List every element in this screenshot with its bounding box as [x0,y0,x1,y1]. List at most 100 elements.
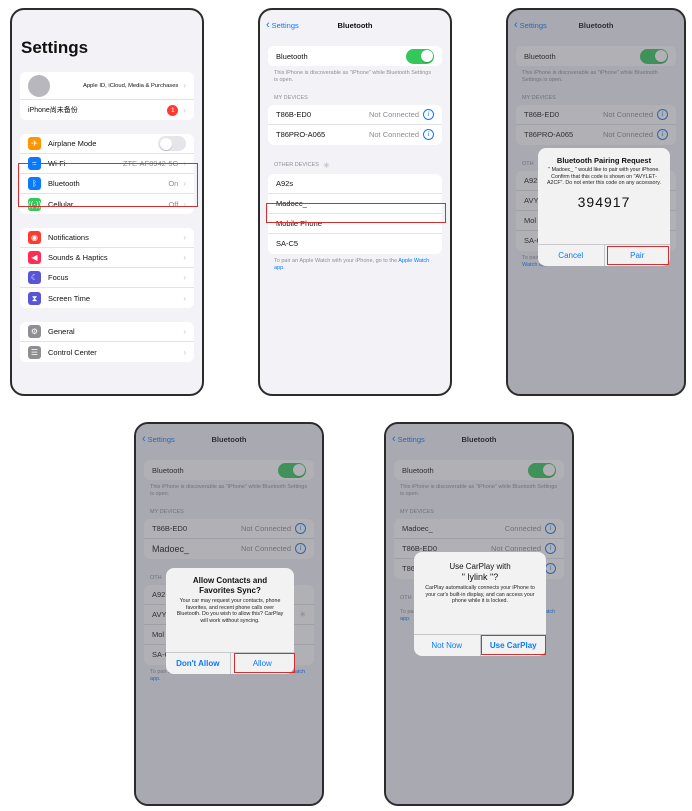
device-row[interactable]: T86B-ED0 Not Connected i [268,105,442,125]
device-row[interactable]: Mobile Phone [268,214,442,234]
allow-button[interactable]: Allow [229,653,295,674]
back-label: Settings [271,20,299,30]
device-name: T86PRO-A065 [524,130,574,140]
notifications-row[interactable]: ◉ Notifications › [20,228,194,248]
not-now-button[interactable]: Not Now [414,635,480,656]
bluetooth-toggle-group: Bluetooth [394,460,564,480]
device-row[interactable]: T86B-ED0 Not Connected i [516,105,676,125]
general-label: General [48,327,75,336]
device-row[interactable]: T86PRO-A065 Not Connected i [516,125,676,145]
chevron-right-icon: › [183,253,186,262]
bluetooth-toggle-row[interactable]: Bluetooth [394,460,564,480]
discoverable-note: This iPhone is discoverable as "iPhone" … [400,484,558,498]
dialog-title: Allow Contacts and Favorites Sync? [192,576,268,595]
info-icon[interactable]: i [295,543,306,555]
chevron-right-icon: › [183,233,186,242]
phone-carplay: ‹ Settings Bluetooth Bluetooth This iPhon… [384,422,574,806]
info-icon[interactable]: i [423,129,434,141]
device-status: Not Connected [240,544,291,554]
device-name: SA-C5 [276,239,299,249]
back-button[interactable]: ‹ Settings [386,433,425,445]
info-icon[interactable]: i [295,522,306,534]
bluetooth-toggle[interactable] [528,462,556,478]
chevron-right-icon: › [183,273,186,282]
device-row[interactable]: Madoec_ Not Connected i [144,539,314,559]
bluetooth-toggle[interactable] [406,48,434,64]
cellular-value: Off [168,199,179,209]
sliders-icon: ☰ [28,345,41,359]
watch-note-text: To pair an Apple Watch with your iPhone,… [274,257,398,264]
screen-time-row[interactable]: ⧗ Screen Time › [20,288,194,308]
cellular-row[interactable]: ((·)) Cellular Off › [20,194,194,214]
avatar [28,74,50,97]
bluetooth-toggle-group: Bluetooth [144,460,314,480]
bluetooth-icon: ᛒ [28,177,41,190]
dialog-message: Your car may request your contacts, phon… [176,598,284,625]
dialog-message: " Madoec_ " would like to pair with your… [547,167,661,187]
control-center-label: Control Center [48,347,97,357]
airplane-mode-row[interactable]: ✈ Airplane Mode [20,134,194,154]
use-carplay-button[interactable]: Use CarPlay [479,635,547,656]
connectivity-group: ✈ Airplane Mode ≈ Wi-Fi ZTE-AF8942-5G › … [20,134,194,214]
cancel-button[interactable]: Cancel [538,245,604,266]
bluetooth-toggle[interactable] [278,462,306,478]
cellular-icon: ((·)) [28,197,42,211]
device-name: T86B-ED0 [276,109,312,119]
nav-bar: ‹ Settings Bluetooth [260,10,450,40]
chevron-right-icon: › [183,159,186,168]
device-row[interactable]: T86B-ED0 Not Connected i [144,519,314,539]
general-row[interactable]: ⚙ General › [20,322,194,342]
device-row[interactable]: A92s [268,174,442,194]
bluetooth-toggle-row[interactable]: Bluetooth [516,46,676,66]
backup-row[interactable]: iPhone尚未备份 1 › [20,100,194,120]
back-label: Settings [147,434,175,444]
device-name: Madoec_ [402,523,433,533]
device-name: T86PRO-A065 [276,130,326,140]
airplane-mode-toggle[interactable] [158,136,186,151]
device-row[interactable]: T86PRO-A065 Not Connected i [268,125,442,145]
sounds-row[interactable]: ◀ Sounds & Haptics › [20,248,194,268]
back-button[interactable]: ‹ Settings [260,19,299,31]
bluetooth-label: Bluetooth [48,179,80,188]
carplay-dialog: Use CarPlay with " lylink "? CarPlay aut… [414,552,546,656]
info-icon[interactable]: i [657,108,668,120]
dont-allow-button[interactable]: Don't Allow [166,653,230,674]
info-icon[interactable]: i [423,108,434,120]
bluetooth-toggle-group: Bluetooth [268,46,442,66]
phone-bluetooth: ‹ Settings Bluetooth Bluetooth This iPhon… [258,8,452,396]
info-icon[interactable]: i [545,522,556,534]
device-status: Not Connected [602,109,653,119]
sounds-label: Sounds & Haptics [48,253,108,262]
wifi-row[interactable]: ≈ Wi-Fi ZTE-AF8942-5G › [20,154,194,174]
device-status: Not Connected [368,109,419,119]
bluetooth-row[interactable]: ᛒ Bluetooth On › [20,174,194,194]
apple-id-row[interactable]: Apple ID, iCloud, Media & Purchases › [20,72,194,100]
page-title: Settings [21,38,89,57]
cellular-label: Cellular [48,199,74,209]
focus-label: Focus [48,273,69,282]
device-row[interactable]: Madoec_ Connected i [394,519,564,539]
control-center-row[interactable]: ☰ Control Center › [20,342,194,362]
back-button[interactable]: ‹ Settings [136,433,175,445]
back-label: Settings [519,20,547,30]
wifi-value: ZTE-AF8942-5G [122,159,179,168]
chevron-left-icon: ‹ [514,18,518,31]
bluetooth-toggle-row[interactable]: Bluetooth [268,46,442,66]
nav-bar: ‹ Settings Bluetooth [136,424,322,454]
info-icon[interactable]: i [545,563,556,575]
bluetooth-toggle-row[interactable]: Bluetooth [144,460,314,480]
airplane-icon: ✈ [28,137,41,150]
focus-row[interactable]: ☾ Focus › [20,268,194,288]
info-icon[interactable]: i [545,542,556,554]
other-devices-label: OTHER DEVICES [274,162,319,169]
pairing-code: 394917 [577,193,631,210]
back-button[interactable]: ‹ Settings [508,18,547,31]
info-icon[interactable]: i [657,129,668,141]
pair-button[interactable]: Pair [603,245,671,266]
bluetooth-toggle[interactable] [640,48,668,64]
device-row[interactable]: SA-C5 [268,234,442,254]
device-row[interactable]: Madoec_ [268,194,442,214]
chevron-right-icon: › [183,179,186,188]
gear-icon: ⚙ [28,325,41,338]
discoverable-note: This iPhone is discoverable as "iPhone" … [274,70,432,84]
